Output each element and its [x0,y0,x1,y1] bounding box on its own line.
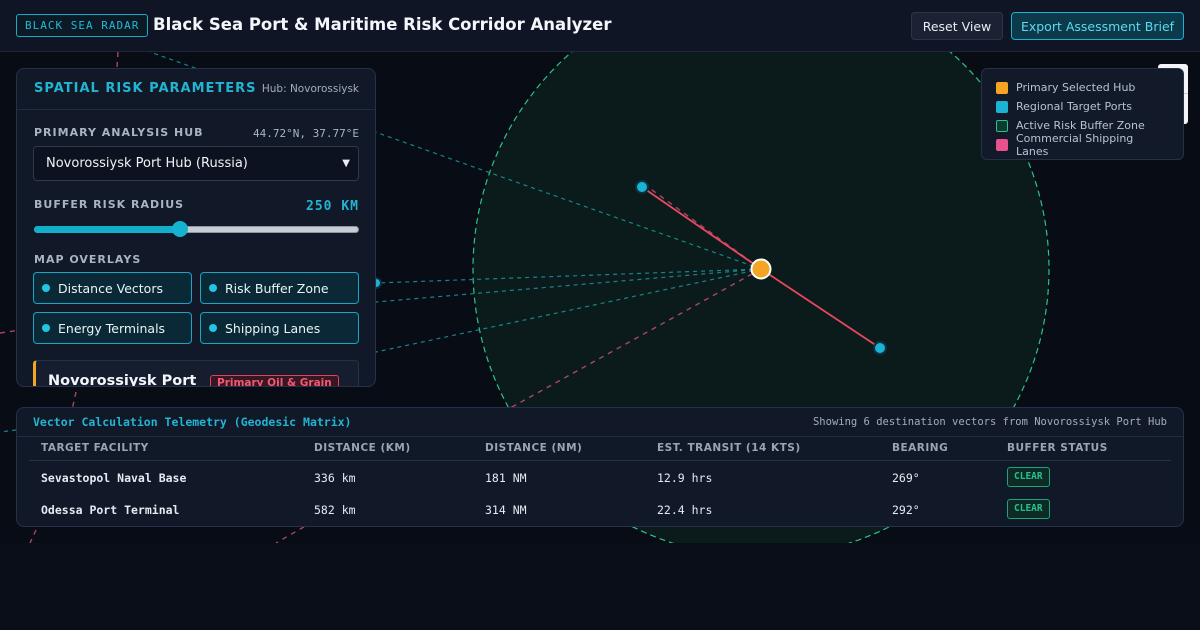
map-legend: Primary Selected Hub Regional Target Por… [981,68,1184,160]
legend-label: Regional Target Ports [1016,100,1133,113]
overlays-label: MAP OVERLAYS [34,253,142,266]
cell-facility: Sevastopol Naval Base [41,471,187,485]
column-header: DISTANCE (NM) [485,442,583,454]
hub-info-card: Novorossiysk Port Primary Oil & Grain [33,360,359,387]
radius-value: 250 KM [306,199,359,214]
status-badge: CLEAR [1007,499,1050,519]
panel-hub-caption: Hub: Novorossiysk [261,83,359,95]
toggle-dot-icon [42,324,50,332]
overlay-label: Shipping Lanes [225,320,321,336]
legend-swatch-hub [996,81,1008,94]
toggle-dot-icon [42,284,50,292]
slider-thumb[interactable] [172,221,189,237]
hub-card-name: Novorossiysk Port [48,373,197,387]
overlay-label: Distance Vectors [58,280,163,296]
legend-item: Commercial Shipping Lanes [996,132,1169,158]
radius-label: BUFFER RISK RADIUS [34,198,185,211]
hub-coordinates: 44.72°N, 37.77°E [253,127,359,140]
table-header-row: TARGET FACILITY DISTANCE (KM) DISTANCE (… [29,438,1171,461]
table-row[interactable]: Odessa Port Terminal 582 km 314 NM 22.4 … [29,499,1171,523]
column-header: TARGET FACILITY [41,442,149,454]
cell-bearing: 292° [892,503,920,517]
legend-label: Primary Selected Hub [1016,81,1136,94]
overlay-label: Energy Terminals [58,320,166,336]
overlay-energy-terminals-toggle[interactable]: Energy Terminals [33,312,192,344]
target-port-marker [873,341,887,355]
legend-swatch-buffer [996,119,1008,132]
overlay-label: Risk Buffer Zone [225,280,329,296]
status-badge: CLEAR [1007,467,1050,487]
radius-slider[interactable] [34,221,359,237]
column-header: BEARING [892,442,949,454]
legend-item: Primary Selected Hub [996,78,1169,97]
column-header: BUFFER STATUS [1007,442,1108,454]
telemetry-title: Vector Calculation Telemetry (Geodesic M… [33,415,352,429]
panel-header: SPATIAL RISK PARAMETERS Hub: Novorossiys… [17,69,375,110]
toggle-dot-icon [209,284,217,292]
cell-distance-km: 582 km [314,503,356,517]
panel-title: SPATIAL RISK PARAMETERS [34,81,257,96]
column-header: EST. TRANSIT (14 KTS) [657,442,801,454]
cell-facility: Odessa Port Terminal [41,503,180,517]
overlay-risk-buffer-toggle[interactable]: Risk Buffer Zone [200,272,359,304]
telemetry-header: Vector Calculation Telemetry (Geodesic M… [17,408,1183,437]
hub-select[interactable]: Novorossiysk Port Hub (Russia) ▼ [33,146,359,181]
slider-fill [34,226,181,233]
cell-distance-nm: 314 NM [485,503,527,517]
distance-vector [0,429,17,433]
column-header: DISTANCE (KM) [314,442,411,454]
export-brief-button[interactable]: Export Assessment Brief [1011,12,1184,40]
overlay-distance-vectors-toggle[interactable]: Distance Vectors [33,272,192,304]
hub-select-value: Novorossiysk Port Hub (Russia) [46,156,248,171]
legend-swatch-ports [996,100,1008,113]
legend-label: Active Risk Buffer Zone [1016,119,1145,132]
cell-transit: 22.4 hrs [657,503,713,517]
chevron-down-icon: ▼ [342,158,350,169]
cell-bearing: 269° [892,471,920,485]
table-row[interactable]: Sevastopol Naval Base 336 km 181 NM 12.9… [29,467,1171,491]
cell-distance-nm: 181 NM [485,471,527,485]
legend-swatch-lanes [996,138,1008,151]
telemetry-panel: Vector Calculation Telemetry (Geodesic M… [16,407,1184,527]
legend-item: Regional Target Ports [996,97,1169,116]
cell-transit: 12.9 hrs [657,471,713,485]
app-title: Black Sea Port & Maritime Risk Corridor … [153,15,612,34]
brand-badge: BLACK SEA RADAR [16,14,149,37]
shipping-lane [29,529,37,543]
toggle-dot-icon [209,324,217,332]
overlay-shipping-lanes-toggle[interactable]: Shipping Lanes [200,312,359,344]
spatial-risk-panel: SPATIAL RISK PARAMETERS Hub: Novorossiys… [16,68,376,387]
reset-view-button[interactable]: Reset View [911,12,1003,40]
telemetry-note: Showing 6 destination vectors from Novor… [812,416,1167,428]
legend-label: Commercial Shipping Lanes [1016,131,1134,158]
hub-card-badge: Primary Oil & Grain [210,375,339,386]
target-port-marker [635,180,649,194]
hub-label: PRIMARY ANALYSIS HUB [34,126,204,139]
top-bar: BLACK SEA RADAR Black Sea Port & Maritim… [0,0,1200,52]
primary-hub-marker [750,258,772,280]
cell-distance-km: 336 km [314,471,356,485]
